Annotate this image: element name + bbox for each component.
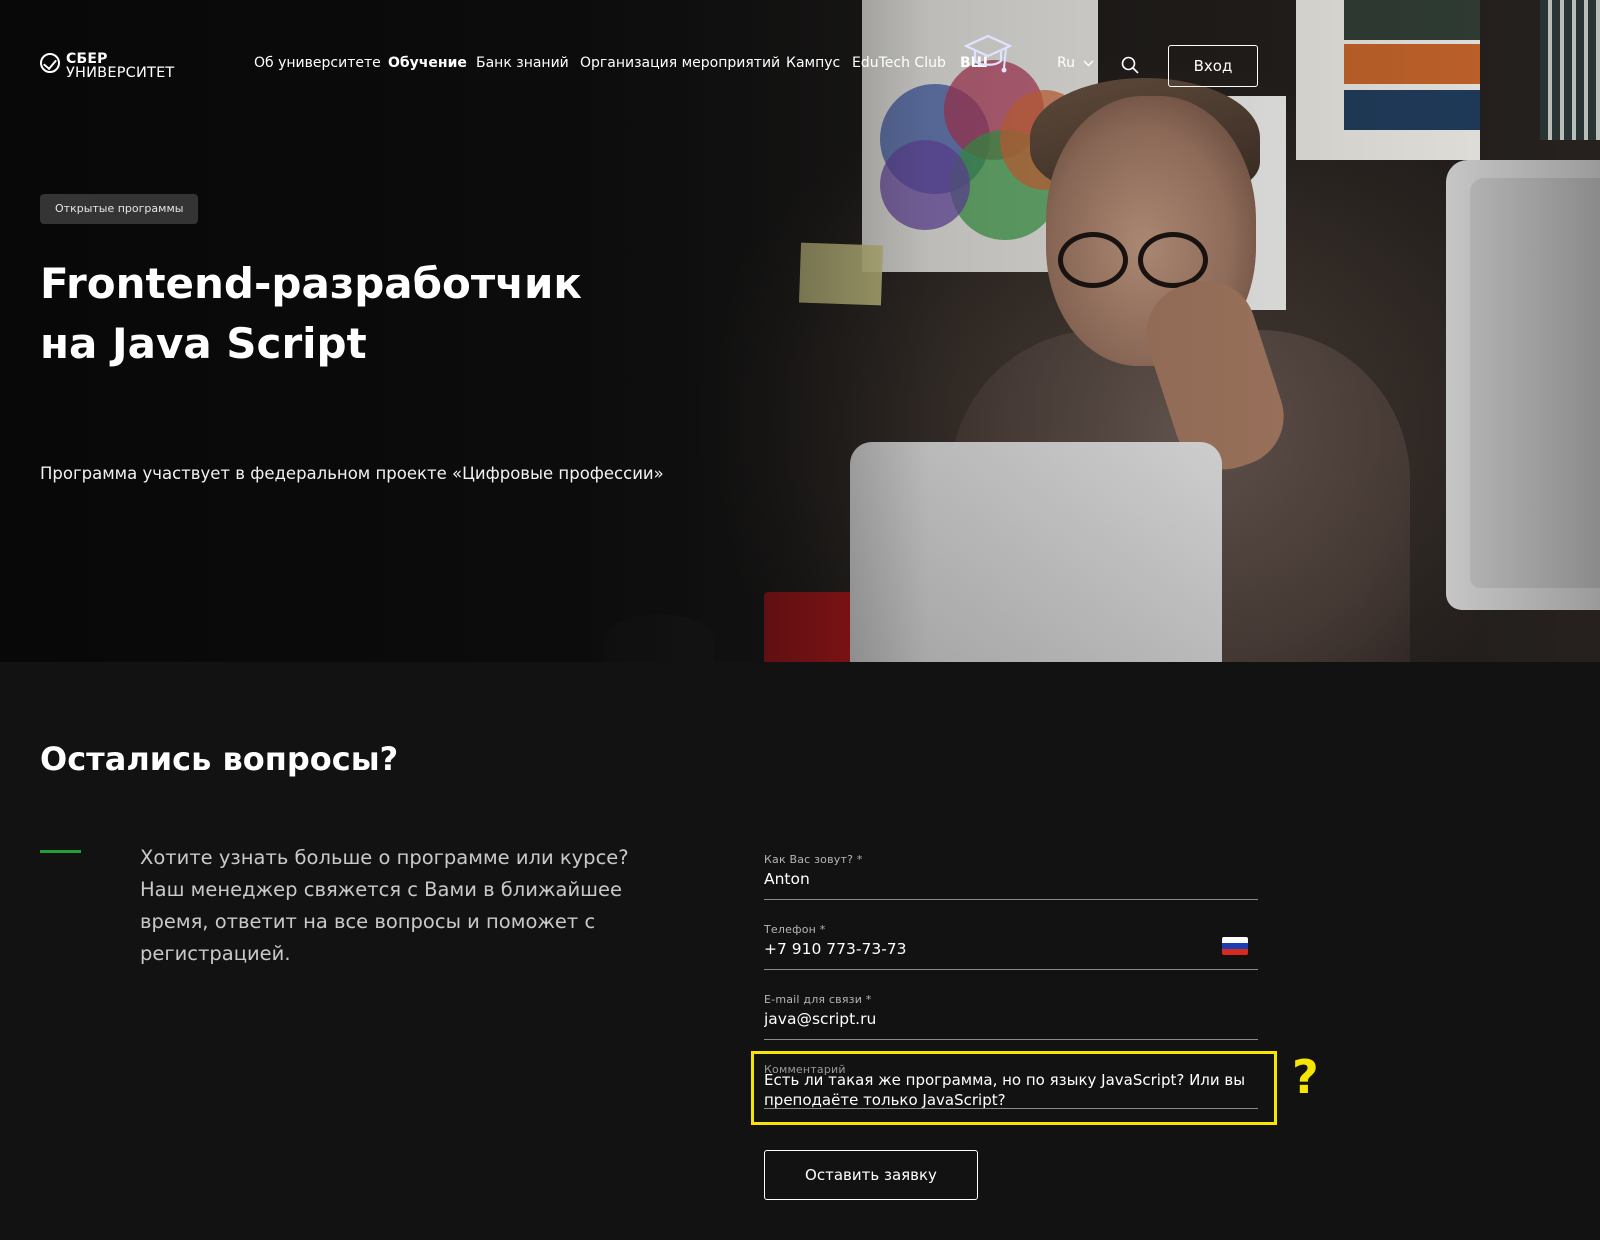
phone-label: Телефон * <box>764 923 826 936</box>
hero-subtitle: Программа участвует в федеральном проект… <box>40 464 664 483</box>
logo[interactable]: СБЕР УНИВЕРСИТЕТ <box>40 52 175 80</box>
questions-title: Остались вопросы? <box>40 740 399 778</box>
email-input[interactable] <box>764 1006 1258 1036</box>
nav-item-events[interactable]: Организация мероприятий <box>580 55 780 71</box>
phone-input[interactable] <box>764 936 1258 966</box>
nav-item-about[interactable]: Об университете <box>254 55 381 71</box>
nav-item-knowledge-bank[interactable]: Банк знаний <box>476 55 569 71</box>
nav-item-education[interactable]: Обучение <box>388 55 467 71</box>
logo-line2: УНИВЕРСИТЕТ <box>66 65 175 81</box>
check-circle-icon <box>40 53 60 73</box>
logo-text: СБЕР УНИВЕРСИТЕТ <box>66 52 175 80</box>
email-label: E-mail для связи * <box>764 993 872 1006</box>
page-title-line1: Frontend-разработчик <box>40 259 582 308</box>
name-input[interactable] <box>764 866 1258 896</box>
name-label: Как Вас зовут? * <box>764 853 863 866</box>
accent-divider <box>40 850 81 853</box>
page-title: Frontend-разработчик на Java Script <box>40 254 680 374</box>
email-field: E-mail для связи * <box>764 993 1258 1040</box>
questions-description: Хотите узнать больше о программе или кур… <box>140 846 629 965</box>
category-tag[interactable]: Открытые программы <box>40 194 199 224</box>
page-title-line2: на Java Script <box>40 319 367 368</box>
comment-input[interactable]: Есть ли такая же программа, но по языку … <box>764 1070 1258 1110</box>
phone-field: Телефон * <box>764 923 1258 970</box>
language-switcher[interactable]: Ru <box>1057 55 1094 71</box>
submit-request-button[interactable]: Оставить заявку <box>764 1150 978 1200</box>
russia-flag-icon[interactable] <box>1222 937 1248 955</box>
nav-item-edutech-club[interactable]: EduTech Club <box>852 55 946 71</box>
language-label: Ru <box>1057 55 1075 71</box>
annotation-question-mark: ? <box>1292 1050 1319 1104</box>
search-icon[interactable] <box>1121 56 1139 74</box>
nav-item-campus[interactable]: Кампус <box>786 55 840 71</box>
comment-field[interactable]: Комментарий Есть ли такая же программа, … <box>764 1063 1258 1109</box>
chevron-down-icon <box>1083 60 1094 66</box>
login-button[interactable]: Вход <box>1168 45 1258 87</box>
name-field: Как Вас зовут? * <box>764 853 1258 900</box>
graduation-cap-icon[interactable] <box>962 30 1014 78</box>
